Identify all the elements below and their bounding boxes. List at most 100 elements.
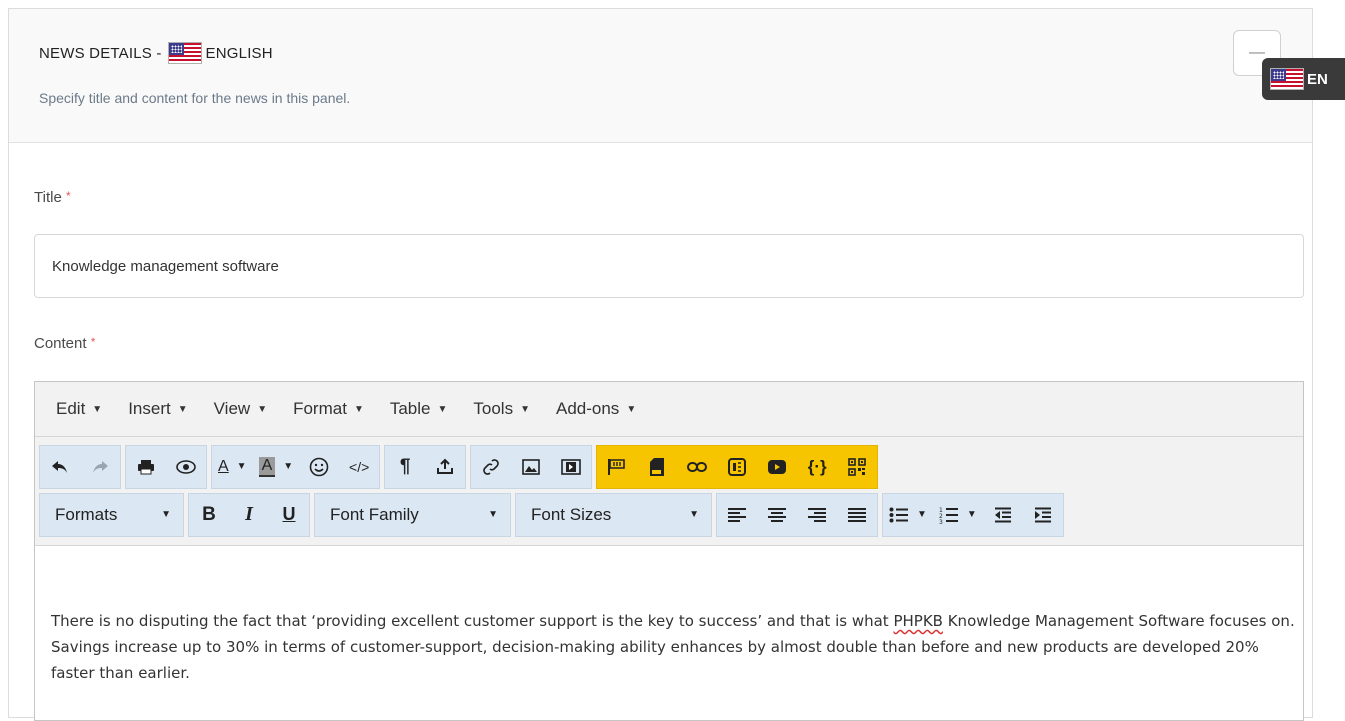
menu-edit[interactable]: Edit ▼: [56, 399, 102, 419]
align-justify-button[interactable]: [837, 494, 877, 536]
print-icon: [138, 459, 154, 474]
caret-down-icon: ▼: [257, 403, 268, 415]
numbered-list-button[interactable]: 123 ▼: [933, 494, 983, 536]
color-group: A ▼ A ▼ </>: [211, 444, 381, 489]
align-right-icon: [808, 507, 826, 522]
indent-button[interactable]: [1023, 494, 1063, 536]
caret-down-icon: ▼: [917, 509, 927, 520]
menu-insert-label: Insert: [128, 399, 171, 418]
rich-text-editor: Edit ▼ Insert ▼ View ▼ Format ▼ Table ▼ Tools…: [34, 381, 1304, 721]
title-label: Title *: [34, 189, 71, 206]
formats-group: Formats ▼: [39, 492, 184, 537]
pdf-file-icon: [650, 457, 665, 476]
svg-text:3: 3: [939, 519, 943, 524]
title-input[interactable]: [34, 234, 1304, 298]
editor-content-area[interactable]: There is no disputing the fact that ‘pro…: [35, 546, 1303, 686]
smiley-icon: [309, 457, 329, 476]
panel-header: NEWS DETAILS - ENGLISH Specify title and…: [9, 9, 1312, 143]
background-color-button[interactable]: A ▼: [253, 446, 300, 488]
align-right-button[interactable]: [797, 494, 837, 536]
panel-title-prefix: NEWS DETAILS -: [39, 44, 162, 62]
insert-image-button[interactable]: [511, 446, 551, 488]
preview-button[interactable]: [166, 446, 206, 488]
menu-tools-label: Tools: [473, 399, 514, 418]
list-group: ▼ 123 ▼: [882, 492, 1064, 537]
text-color-button[interactable]: A ▼: [212, 446, 253, 488]
menu-table[interactable]: Table ▼: [390, 399, 448, 419]
formats-label: Formats: [55, 504, 118, 524]
youtube-icon: [768, 459, 787, 474]
bold-button[interactable]: B: [189, 494, 229, 536]
caret-down-icon: ▼: [353, 403, 364, 415]
eye-icon: [176, 459, 196, 474]
undo-button[interactable]: [40, 446, 80, 488]
text-style-group: B I U: [188, 492, 310, 537]
code-icon: </>: [349, 458, 370, 475]
addon-template-button[interactable]: [717, 446, 757, 488]
redo-button[interactable]: [80, 446, 120, 488]
toolbar-row-2: Formats ▼ B I U Font Family ▼ Font Sizes ▼: [39, 489, 1303, 537]
outdent-button[interactable]: [983, 494, 1023, 536]
indent-icon: [1034, 507, 1051, 522]
insert-icon: [437, 458, 454, 474]
image-icon: [522, 458, 540, 475]
addon-qr-code-button[interactable]: [837, 446, 877, 488]
numbered-list-icon: 123: [939, 507, 958, 524]
italic-button[interactable]: I: [229, 494, 269, 536]
menu-tools[interactable]: Tools ▼: [473, 399, 530, 419]
menu-add-ons[interactable]: Add-ons ▼: [556, 399, 636, 419]
font-sizes-group: Font Sizes ▼: [515, 492, 712, 537]
content-text-part: There is no disputing the fact that ‘pro…: [51, 612, 894, 630]
caret-down-icon: ▼: [92, 403, 103, 415]
flag-icon: [608, 458, 625, 475]
us-flag-icon: [167, 42, 202, 64]
language-switcher-tab[interactable]: EN: [1262, 58, 1345, 100]
bullet-list-button[interactable]: ▼: [883, 494, 933, 536]
menu-view-label: View: [213, 399, 251, 418]
film-icon: [561, 458, 581, 475]
addon-youtube-button[interactable]: [757, 446, 797, 488]
chain-link-icon: [687, 461, 708, 472]
font-family-group: Font Family ▼: [314, 492, 511, 537]
align-left-icon: [728, 507, 746, 522]
emoticons-button[interactable]: [299, 446, 339, 488]
template-icon: [728, 457, 747, 476]
font-family-dropdown[interactable]: Font Family ▼: [315, 494, 510, 536]
menu-insert[interactable]: Insert ▼: [128, 399, 187, 419]
underline-button[interactable]: U: [269, 494, 309, 536]
menu-format[interactable]: Format ▼: [293, 399, 364, 419]
menu-view[interactable]: View ▼: [214, 399, 267, 419]
insert-link-button[interactable]: [471, 446, 511, 488]
align-center-button[interactable]: [757, 494, 797, 536]
media-group: [470, 444, 593, 489]
redo-icon: [93, 460, 108, 473]
caret-down-icon: ▼: [966, 509, 977, 520]
outdent-icon: [994, 507, 1011, 522]
print-button[interactable]: [126, 446, 166, 488]
insert-anchor-button[interactable]: [425, 446, 465, 488]
pilcrow-icon: ¶: [399, 455, 411, 477]
menu-format-label: Format: [293, 399, 347, 418]
content-label-text: Content: [34, 335, 87, 352]
editor-toolbars: A ▼ A ▼ </> ¶ {·} Formats ▼ B I U Font F…: [35, 437, 1303, 546]
formats-dropdown[interactable]: Formats ▼: [40, 494, 183, 536]
visual-chars-button[interactable]: ¶: [385, 446, 425, 488]
curly-braces-icon: {·}: [807, 456, 827, 476]
caret-down-icon: ▼: [488, 509, 498, 520]
addon-code-snippet-button[interactable]: {·}: [797, 446, 837, 488]
addons-group: {·}: [596, 444, 879, 489]
addon-link-button[interactable]: [677, 446, 717, 488]
news-details-panel: NEWS DETAILS - ENGLISH Specify title and…: [8, 8, 1313, 721]
alignment-group: [716, 492, 878, 537]
font-sizes-dropdown[interactable]: Font Sizes ▼: [516, 494, 711, 536]
addon-flag-button[interactable]: [597, 446, 637, 488]
source-code-button[interactable]: </>: [339, 446, 379, 488]
font-family-label: Font Family: [330, 504, 419, 524]
insert-media-button[interactable]: [551, 446, 591, 488]
print-group: [125, 444, 207, 489]
caret-down-icon: ▼: [626, 403, 637, 415]
qr-code-icon: [848, 457, 866, 476]
align-left-button[interactable]: [717, 494, 757, 536]
background-color-icon: A: [258, 456, 276, 477]
addon-pdf-button[interactable]: [637, 446, 677, 488]
